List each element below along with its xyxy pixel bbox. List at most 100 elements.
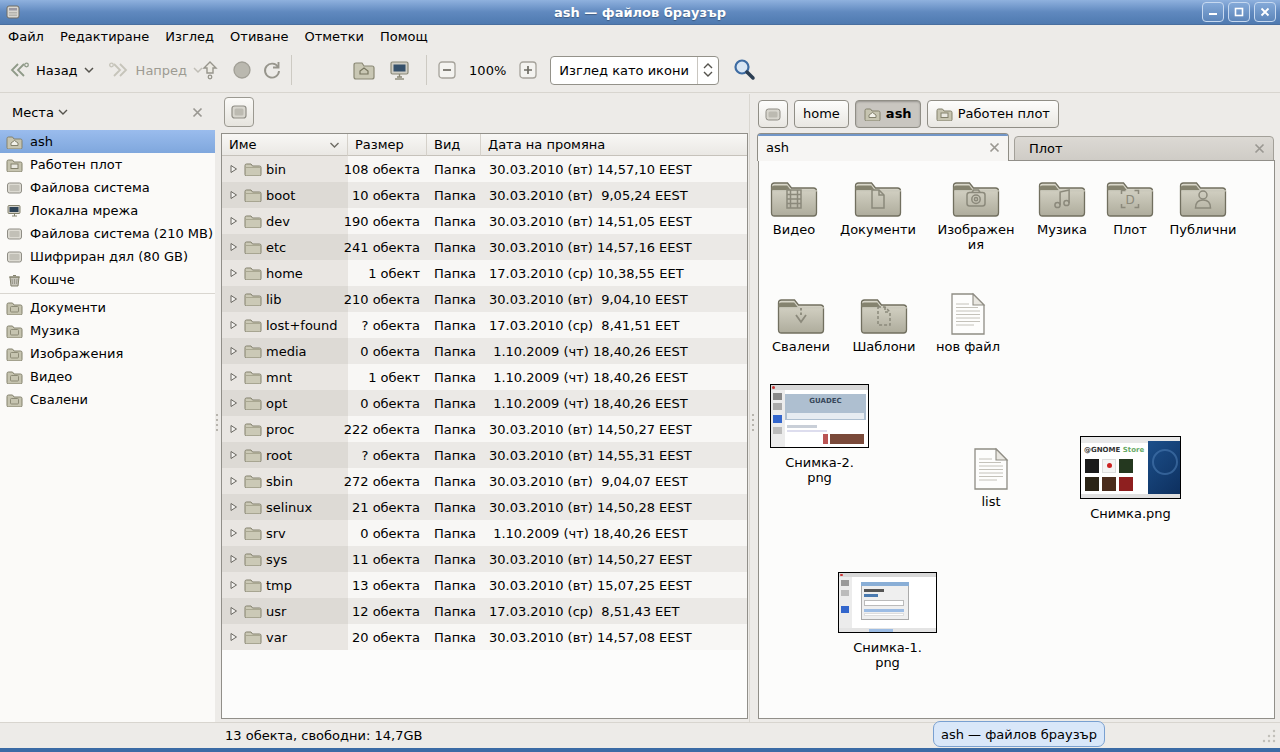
resize-grip[interactable] [1261, 728, 1277, 744]
sidebar-item-Кошче[interactable]: Кошче [0, 268, 215, 291]
column-header-name[interactable]: Име [222, 134, 348, 156]
file-row-root[interactable]: root? обектаПапка30.03.2010 (вт) 14,55,3… [222, 442, 747, 468]
places-close-icon[interactable] [192, 107, 203, 118]
sidebar-item-Изображения[interactable]: Изображения [0, 342, 215, 365]
home-button[interactable] [348, 55, 380, 85]
column-header-size[interactable]: Размер [348, 134, 427, 156]
thumbnail-Снимка-2.png[interactable]: GUADEC [770, 384, 869, 448]
expander-icon[interactable] [228, 372, 240, 382]
menu-item-0[interactable]: Файл [0, 27, 52, 47]
expander-icon[interactable] [228, 164, 240, 174]
file-нов файл[interactable]: нов файл [918, 292, 1018, 354]
expander-icon[interactable] [228, 346, 240, 356]
file-row-opt[interactable]: opt0 обектаПапка 1.10.2009 (чт) 18,40,26… [222, 390, 747, 416]
stop-button[interactable] [227, 54, 257, 86]
folder-Документи[interactable]: Документи [828, 177, 928, 237]
tab-plot[interactable]: Плот [1014, 136, 1274, 161]
pathbar-button-home[interactable]: home [794, 100, 849, 128]
folder-Изображения[interactable]: Изображения [926, 177, 1026, 252]
sidebar-item-ash[interactable]: ash [0, 130, 215, 153]
folder-icon [244, 292, 262, 306]
sidebar-item-Файлова система[interactable]: Файлова система [0, 176, 215, 199]
places-chevron-icon[interactable] [58, 108, 68, 116]
expander-icon[interactable] [228, 398, 240, 408]
pathbar-button-ash[interactable]: ash [855, 100, 921, 128]
search-button[interactable] [727, 52, 761, 88]
places-title[interactable]: Места [12, 105, 54, 120]
sidebar-item-Файлова система (210 MB)[interactable]: Файлова система (210 MB) [0, 222, 215, 245]
sidebar-item-label: Документи [30, 300, 106, 315]
column-header-type[interactable]: Вид [427, 134, 481, 156]
file-row-var[interactable]: var20 обектаПапка30.03.2010 (вт) 14,57,0… [222, 624, 747, 650]
tree-pane-root-button[interactable] [224, 97, 254, 127]
expander-icon[interactable] [228, 242, 240, 252]
file-row-usr[interactable]: usr12 обектаПапка17.03.2010 (ср) 8,51,43… [222, 598, 747, 624]
computer-button[interactable] [384, 54, 416, 86]
folder-Публични[interactable]: Публични [1153, 177, 1253, 237]
file-row-sys[interactable]: sys11 обектаПапка30.03.2010 (вт) 14,50,2… [222, 546, 747, 572]
drive-icon [6, 250, 23, 264]
expander-icon[interactable] [228, 294, 240, 304]
expander-icon[interactable] [228, 450, 240, 460]
expander-icon[interactable] [228, 216, 240, 226]
file-row-tmp[interactable]: tmp13 обектаПапка30.03.2010 (вт) 15,07,2… [222, 572, 747, 598]
menu-item-4[interactable]: Отметки [296, 27, 371, 47]
expander-icon[interactable] [228, 502, 240, 512]
sidebar-item-Музика[interactable]: Музика [0, 319, 215, 342]
tab-ash[interactable]: ash [757, 133, 1009, 161]
zoom-out-button[interactable] [433, 55, 461, 85]
file-row-srv[interactable]: srv0 обектаПапка 1.10.2009 (чт) 18,40,26… [222, 520, 747, 546]
expander-icon[interactable] [228, 606, 240, 616]
pathbar-button-root[interactable] [758, 100, 788, 128]
file-row-sbin[interactable]: sbin272 обектаПапка30.03.2010 (вт) 9,04,… [222, 468, 747, 494]
file-row-boot[interactable]: boot10 обектаПапка30.03.2010 (вт) 9,05,2… [222, 182, 747, 208]
sidebar-item-Свалени[interactable]: Свалени [0, 388, 215, 411]
sidebar-item-Документи[interactable]: Документи [0, 296, 215, 319]
reload-button[interactable] [257, 54, 287, 86]
sidebar-item-Работен плот[interactable]: Работен плот [0, 153, 215, 176]
menu-item-5[interactable]: Помощ [372, 27, 436, 47]
expander-icon[interactable] [228, 424, 240, 434]
file-row-mnt[interactable]: mnt1 обектПапка 1.10.2009 (чт) 18,40,26 … [222, 364, 747, 390]
file-row-proc[interactable]: proc222 обектаПапка30.03.2010 (вт) 14,50… [222, 416, 747, 442]
column-header-date[interactable]: Дата на промяна [481, 134, 747, 156]
file-row-lib[interactable]: lib210 обектаПапка30.03.2010 (вт) 9,04,1… [222, 286, 747, 312]
file-row-etc[interactable]: etc241 обектаПапка30.03.2010 (вт) 14,57,… [222, 234, 747, 260]
forward-button[interactable]: Напред [104, 55, 207, 85]
expander-icon[interactable] [228, 320, 240, 330]
file-row-selinux[interactable]: selinux21 обектаПапка30.03.2010 (вт) 14,… [222, 494, 747, 520]
back-button[interactable]: Назад [4, 55, 98, 85]
tab-close-icon[interactable] [989, 142, 1000, 153]
file-row-media[interactable]: media0 обектаПапка 1.10.2009 (чт) 18,40,… [222, 338, 747, 364]
sidebar-item-Шифриран дял (80 GB)[interactable]: Шифриран дял (80 GB) [0, 245, 215, 268]
thumbnail-Снимка.png[interactable]: @GNOME Store [1080, 436, 1181, 499]
up-button[interactable] [195, 54, 225, 86]
expander-icon[interactable] [228, 554, 240, 564]
close-button[interactable] [1254, 2, 1276, 22]
minimize-button[interactable] [1202, 2, 1224, 22]
pane-splitter-left[interactable] [215, 94, 218, 722]
expander-icon[interactable] [228, 632, 240, 642]
tab-close-icon[interactable] [1254, 143, 1265, 154]
menu-item-2[interactable]: Изглед [157, 27, 222, 47]
sidebar-item-Локална мрежа[interactable]: Локална мрежа [0, 199, 215, 222]
expander-icon[interactable] [228, 268, 240, 278]
sidebar-item-Видео[interactable]: Видео [0, 365, 215, 388]
expander-icon[interactable] [228, 528, 240, 538]
menu-item-3[interactable]: Отиване [222, 27, 296, 47]
file-row-home[interactable]: home1 обектПапка17.03.2010 (ср) 10,38,55… [222, 260, 747, 286]
file-row-dev[interactable]: dev190 обектаПапка30.03.2010 (вт) 14,51,… [222, 208, 747, 234]
expander-icon[interactable] [228, 476, 240, 486]
maximize-button[interactable] [1228, 2, 1250, 22]
menu-item-1[interactable]: Редактиране [52, 27, 157, 47]
view-mode-combo[interactable]: Изглед като икони [550, 56, 719, 85]
pathbar-button-Работен плот[interactable]: Работен плот [927, 100, 1059, 128]
expander-icon[interactable] [228, 580, 240, 590]
zoom-in-button[interactable] [514, 55, 542, 85]
file-row-bin[interactable]: bin108 обектаПапка30.03.2010 (вт) 14,57,… [222, 156, 747, 182]
thumbnail-Снимка-1.png[interactable] [838, 572, 937, 633]
expander-icon[interactable] [228, 190, 240, 200]
file-list[interactable]: list [941, 447, 1041, 509]
pathbar-label: ash [886, 106, 912, 121]
file-row-lost+found[interactable]: lost+found? обектаПапка17.03.2010 (ср) 8… [222, 312, 747, 338]
